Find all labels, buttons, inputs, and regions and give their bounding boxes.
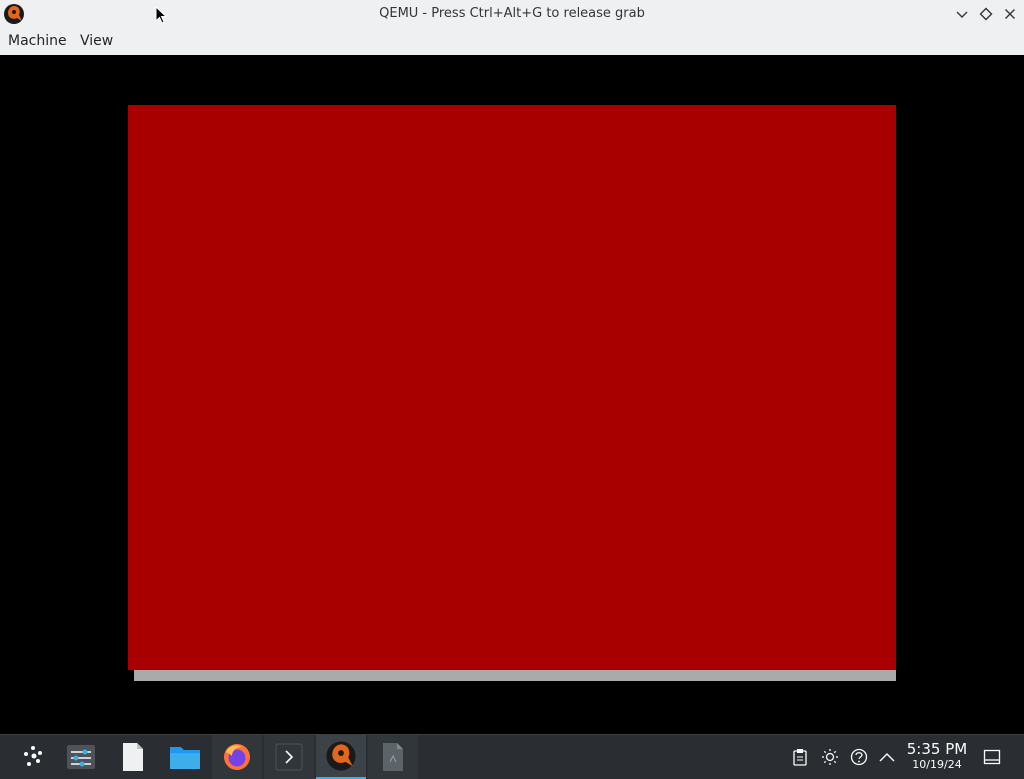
- maximize-icon[interactable]: [977, 5, 995, 23]
- document-icon[interactable]: [368, 735, 418, 779]
- menu-view[interactable]: View: [80, 28, 113, 55]
- clock[interactable]: 5:35 PM 10/19/24: [900, 740, 974, 772]
- menu-machine[interactable]: Machine: [8, 28, 67, 55]
- vm-display[interactable]: [0, 55, 1024, 734]
- system-settings-icon[interactable]: [56, 735, 106, 779]
- vm-status-bar: [134, 670, 896, 681]
- minimize-icon[interactable]: [953, 5, 971, 23]
- show-hidden-icon[interactable]: [877, 735, 897, 779]
- close-icon[interactable]: [1001, 5, 1019, 23]
- clock-date: 10/19/24: [912, 758, 962, 771]
- terminal-icon[interactable]: [264, 735, 314, 779]
- network-icon[interactable]: [849, 735, 869, 779]
- qemu-icon[interactable]: [316, 735, 366, 779]
- text-file-icon[interactable]: [108, 735, 158, 779]
- firefox-icon[interactable]: [212, 735, 262, 779]
- clock-time: 5:35 PM: [906, 740, 968, 758]
- clipboard-icon[interactable]: [790, 735, 810, 779]
- menubar: Machine View: [0, 28, 1024, 56]
- taskbar: 5:35 PM 10/19/24: [0, 734, 1024, 779]
- vm-screen-area[interactable]: [128, 105, 896, 670]
- window-titlebar[interactable]: QEMU - Press Ctrl+Alt+G to release grab: [0, 0, 1024, 28]
- brightness-icon[interactable]: [820, 735, 840, 779]
- window-title: QEMU - Press Ctrl+Alt+G to release grab: [379, 6, 645, 21]
- application-launcher-icon[interactable]: [8, 735, 58, 779]
- show-desktop-icon[interactable]: [982, 735, 1002, 779]
- mouse-cursor-icon: [155, 5, 168, 28]
- folder-icon[interactable]: [160, 735, 210, 779]
